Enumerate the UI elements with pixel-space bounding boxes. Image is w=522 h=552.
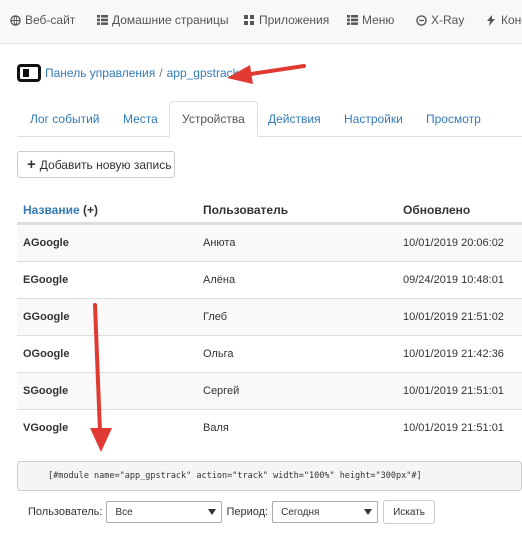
- header-user: Пользователь: [203, 203, 289, 217]
- device-name[interactable]: EGoogle: [23, 274, 68, 286]
- table-row[interactable]: GGoogle Глеб 10/01/2019 21:51:02: [17, 298, 522, 335]
- bolt-icon: [485, 14, 497, 26]
- device-name[interactable]: OGoogle: [23, 348, 69, 360]
- nav-item-website[interactable]: Веб-сайт: [9, 0, 75, 40]
- nav-item-home-pages[interactable]: Домашние страницы: [96, 0, 229, 40]
- period-filter-value: Сегодня: [281, 506, 320, 518]
- tab-devices[interactable]: Устройства: [169, 101, 258, 137]
- tab-bar: Лог событий Места Устройства Действия На…: [17, 101, 522, 137]
- device-name[interactable]: VGoogle: [23, 422, 68, 434]
- app-square-icon: [17, 64, 41, 82]
- breadcrumb-current-link[interactable]: app_gpstrack: [167, 66, 239, 80]
- table-row[interactable]: OGoogle Ольга 10/01/2019 21:42:36: [17, 335, 522, 372]
- device-user: Алёна: [203, 274, 236, 286]
- nav-item-label: X-Ray: [431, 13, 465, 27]
- devices-table: Название (+) Пользователь Обновлено AGoo…: [17, 194, 522, 446]
- device-updated: 10/01/2019 21:51:01: [403, 422, 504, 434]
- header-name-suffix: (+): [83, 203, 98, 217]
- device-updated: 10/01/2019 21:51:02: [403, 311, 504, 323]
- device-updated: 10/01/2019 21:42:36: [403, 348, 504, 360]
- device-user: Ольга: [203, 348, 234, 360]
- list-icon: [96, 14, 108, 26]
- chevron-down-icon: [364, 509, 373, 515]
- tab-places[interactable]: Места: [110, 101, 171, 137]
- table-row[interactable]: VGoogle Валя 10/01/2019 21:51:01: [17, 409, 522, 446]
- breadcrumb: Панель управления / app_gpstrack: [17, 63, 239, 83]
- globe-icon: [9, 14, 21, 26]
- nav-item-xray[interactable]: X-Ray: [415, 0, 464, 40]
- top-navbar: Веб-сайт Домашние страницы Приложения Ме…: [0, 0, 522, 44]
- breadcrumb-separator: /: [159, 66, 163, 80]
- device-user: Глеб: [203, 311, 228, 323]
- menu-icon: [346, 14, 358, 26]
- tab-view[interactable]: Просмотр: [413, 101, 494, 137]
- period-filter-label: Период:: [226, 506, 269, 518]
- chevron-down-icon: [208, 509, 217, 515]
- user-filter-select[interactable]: Все: [106, 501, 223, 523]
- table-row[interactable]: AGoogle Анюта 10/01/2019 20:06:02: [17, 224, 522, 261]
- nav-item-console[interactable]: Конс: [485, 0, 522, 40]
- breadcrumb-control-panel-link[interactable]: Панель управления: [45, 66, 155, 80]
- device-updated: 10/01/2019 21:51:01: [403, 385, 504, 397]
- nav-item-label: Домашние страницы: [112, 13, 229, 27]
- tab-event-log[interactable]: Лог событий: [17, 101, 112, 137]
- nav-item-apps[interactable]: Приложения: [243, 0, 329, 40]
- header-name: Название (+): [23, 203, 98, 217]
- grid-icon: [243, 14, 255, 26]
- module-embed-code[interactable]: [#module name="app_gpstrack" action="tra…: [17, 461, 522, 491]
- device-name[interactable]: GGoogle: [23, 311, 69, 323]
- table-row[interactable]: EGoogle Алёна 09/24/2019 10:48:01: [17, 261, 522, 298]
- device-updated: 09/24/2019 10:48:01: [403, 274, 504, 286]
- nav-item-label: Веб-сайт: [25, 13, 76, 27]
- nav-item-menu[interactable]: Меню: [346, 0, 394, 40]
- device-user: Валя: [203, 422, 229, 434]
- header-updated: Обновлено: [403, 203, 471, 217]
- xray-icon: [415, 14, 427, 26]
- period-filter-select[interactable]: Сегодня: [272, 501, 379, 523]
- device-name[interactable]: AGoogle: [23, 237, 69, 249]
- user-filter-value: Все: [115, 506, 133, 518]
- sort-by-name-link[interactable]: Название: [23, 203, 80, 217]
- table-header: Название (+) Пользователь Обновлено: [17, 194, 522, 224]
- search-button[interactable]: Искать: [383, 500, 436, 524]
- tab-settings[interactable]: Настройки: [331, 101, 416, 137]
- add-record-label: Добавить новую запись: [39, 157, 172, 172]
- user-filter-label: Пользователь:: [28, 506, 103, 518]
- nav-item-label: Приложения: [259, 13, 330, 27]
- device-updated: 10/01/2019 20:06:02: [403, 237, 504, 249]
- add-record-button[interactable]: + Добавить новую запись: [17, 151, 175, 178]
- tab-actions[interactable]: Действия: [255, 101, 334, 137]
- filter-row: Пользователь: Все Период: Сегодня Искать: [28, 499, 436, 525]
- nav-item-label: Меню: [362, 13, 395, 27]
- device-name[interactable]: SGoogle: [23, 385, 68, 397]
- table-row[interactable]: SGoogle Сергей 10/01/2019 21:51:01: [17, 372, 522, 409]
- device-user: Сергей: [203, 385, 240, 397]
- nav-item-label: Конс: [501, 13, 522, 27]
- device-user: Анюта: [203, 237, 236, 249]
- plus-icon: +: [27, 156, 36, 173]
